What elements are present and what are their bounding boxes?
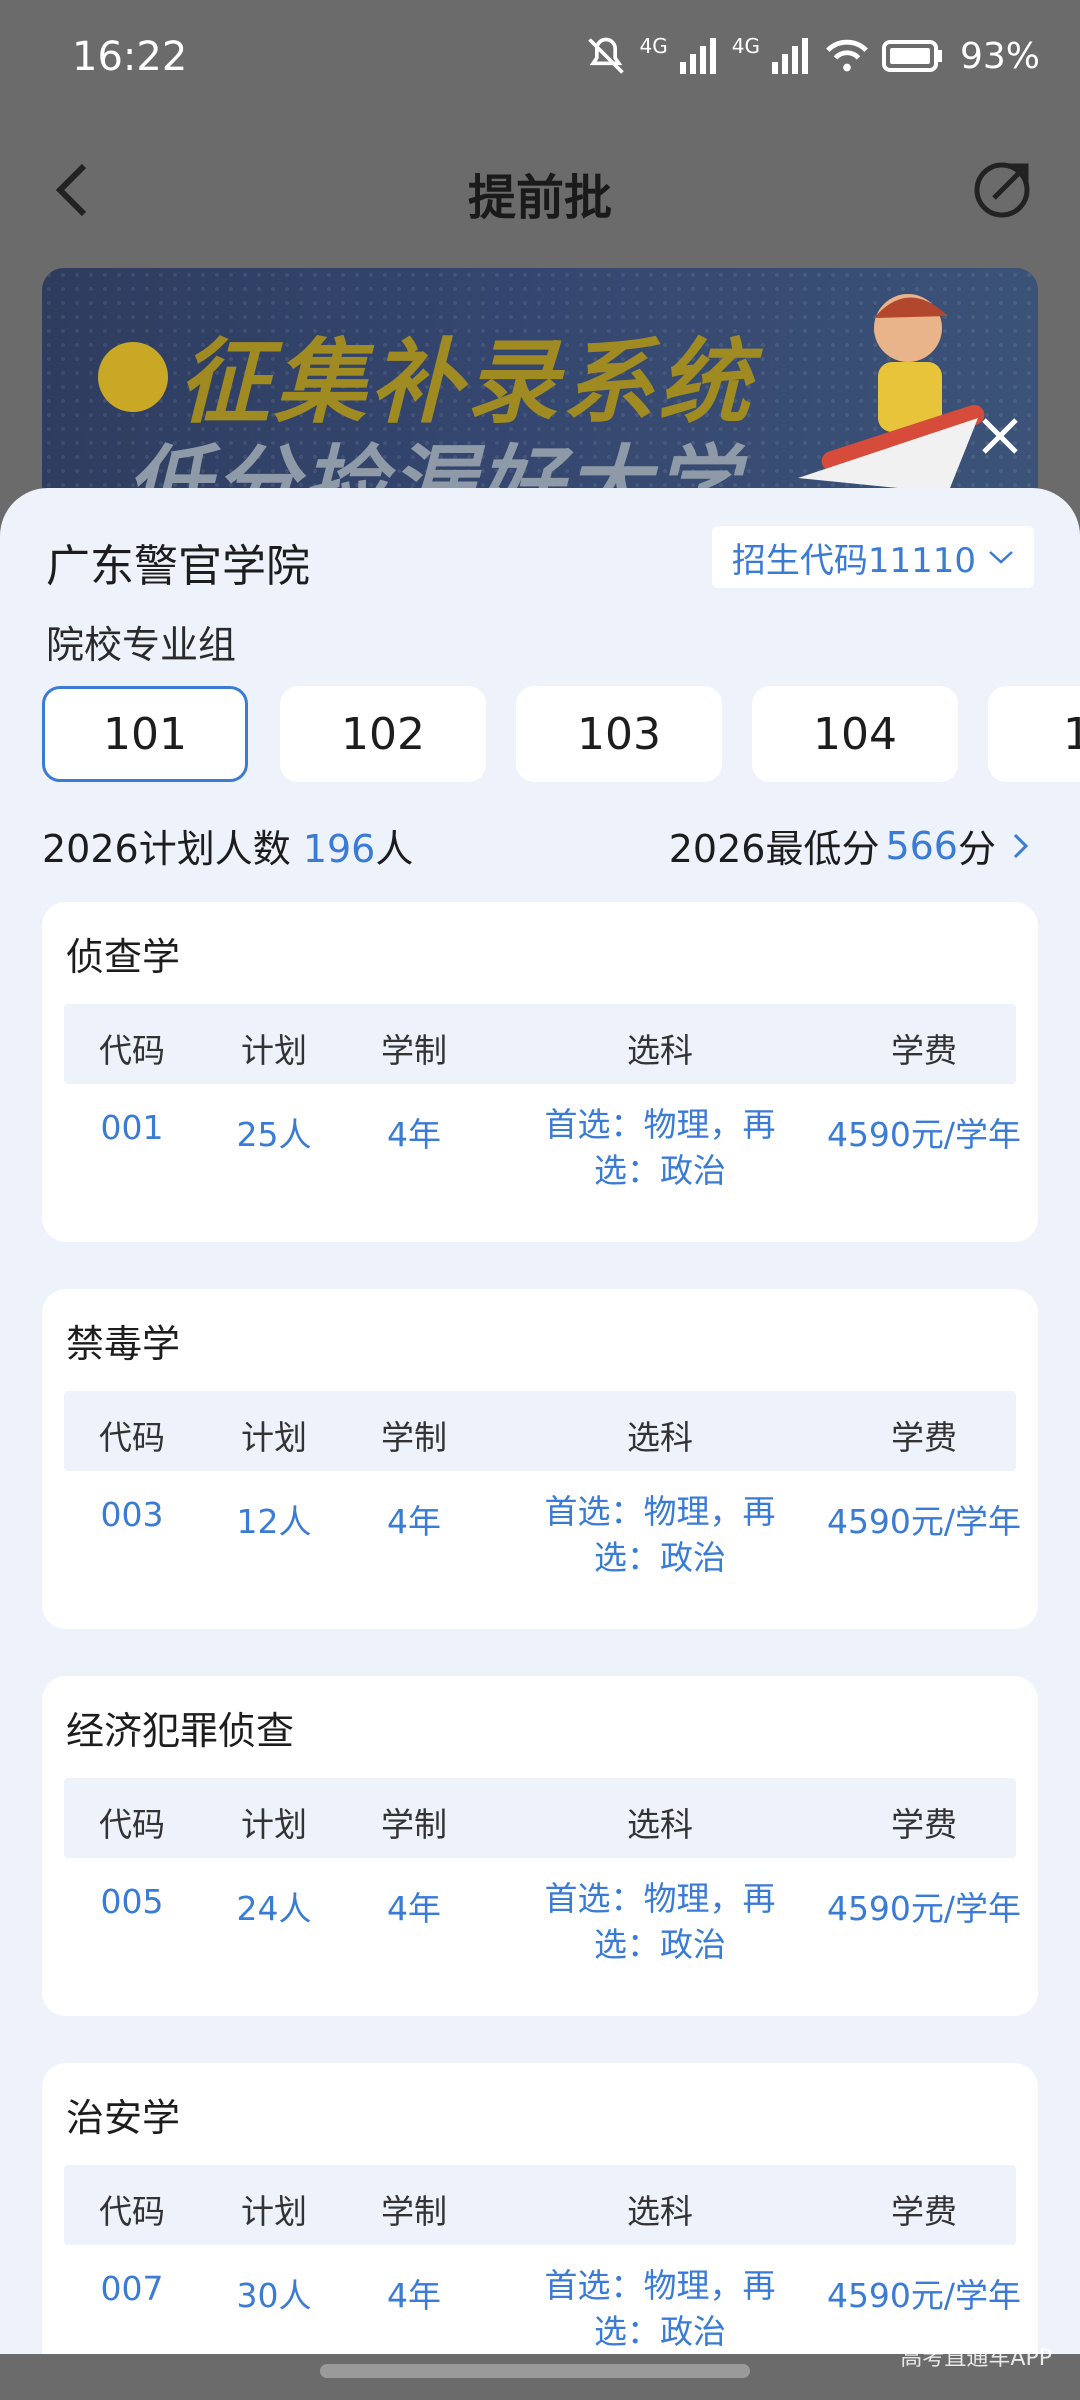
cell-code: 005 <box>100 1882 164 1921</box>
app-watermark: 高考直通车APP <box>900 2346 1052 2371</box>
close-icon <box>982 418 1018 454</box>
min-score-label: 2026最低分 <box>668 827 880 871</box>
header-plan: 计划 <box>241 1805 307 1844</box>
cell-years: 4年 <box>387 2276 441 2315</box>
group-tab-102[interactable]: 102 <box>280 686 486 782</box>
close-banner-button[interactable] <box>968 404 1032 468</box>
major-card[interactable]: 治安学 代码 计划 学制 选科 学费 007 30人 4年 首选：物理，再选：政… <box>42 2063 1038 2400</box>
group-tab-104[interactable]: 104 <box>752 686 958 782</box>
enrollment-code-dropdown[interactable]: 招生代码11110 <box>711 526 1034 588</box>
school-detail-sheet: 广东警官学院 招生代码11110 院校专业组 101 102 103 104 1… <box>0 488 1080 2400</box>
header-years: 学制 <box>381 1031 447 1070</box>
cell-years: 4年 <box>387 1115 441 1154</box>
group-tab-103[interactable]: 103 <box>516 686 722 782</box>
group-tab-101[interactable]: 101 <box>42 686 248 782</box>
plan-count-value: 196 <box>302 827 376 871</box>
major-card[interactable]: 经济犯罪侦查 代码 计划 学制 选科 学费 005 24人 4年 首选：物理，再… <box>42 1676 1038 2016</box>
header-subject: 选科 <box>627 1031 693 1070</box>
cell-plan: 12人 <box>236 1502 312 1541</box>
header-years: 学制 <box>381 1418 447 1457</box>
header-fee: 学费 <box>891 1031 957 1070</box>
student-illustration-icon <box>798 294 985 493</box>
header-years: 学制 <box>381 1805 447 1844</box>
major-card[interactable]: 禁毒学 代码 计划 学制 选科 学费 003 12人 4年 首选：物理，再选：政… <box>42 1289 1038 1629</box>
cell-plan: 24人 <box>236 1889 312 1928</box>
share-icon <box>974 162 1030 218</box>
header-fee: 学费 <box>891 1805 957 1844</box>
cell-years: 4年 <box>387 1889 441 1928</box>
cell-fee: 4590元/学年 <box>826 1115 1022 1154</box>
table-header: 代码 计划 学制 选科 学费 <box>64 1778 1016 1858</box>
min-score-value: 566 <box>885 823 958 868</box>
page-title: 提前批 <box>467 170 612 226</box>
cell-code: 007 <box>100 2269 164 2308</box>
status-time: 16:22 <box>72 34 188 80</box>
group-section-label: 院校专业组 <box>46 623 237 667</box>
network-label-1: 4G <box>639 34 668 58</box>
min-score-unit: 分 <box>957 827 996 871</box>
cell-subject: 首选：物理，再选：政治 <box>544 2266 776 2351</box>
major-name: 经济犯罪侦查 <box>66 1709 295 1753</box>
cell-subject: 首选：物理，再选：政治 <box>544 1492 776 1577</box>
battery-icon <box>881 40 942 72</box>
plan-count-unit: 人 <box>375 827 414 871</box>
header-fee: 学费 <box>891 1418 957 1457</box>
nav-bar: 提前批 <box>0 120 1080 260</box>
group-tabs: 101 102 103 104 10 <box>42 686 1080 782</box>
cell-plan: 30人 <box>236 2276 312 2315</box>
major-name: 禁毒学 <box>66 1322 181 1366</box>
plan-count-label: 2026计划人数 <box>42 827 291 871</box>
share-button[interactable] <box>964 152 1040 228</box>
min-score-link[interactable]: 2026最低分 566 分 <box>669 818 1030 873</box>
header-code: 代码 <box>99 2192 165 2231</box>
cell-plan: 25人 <box>236 1115 312 1154</box>
header-fee: 学费 <box>891 2192 957 2231</box>
header-plan: 计划 <box>241 2192 307 2231</box>
signal-icon-2 <box>771 38 808 74</box>
sun-icon <box>98 342 168 412</box>
cell-subject: 首选：物理，再选：政治 <box>544 1879 776 1964</box>
header-subject: 选科 <box>627 1805 693 1844</box>
header-years: 学制 <box>381 2192 447 2231</box>
wifi-icon <box>826 39 868 72</box>
group-tab-105[interactable]: 10 <box>988 686 1080 782</box>
header-plan: 计划 <box>241 1031 307 1070</box>
chevron-right-icon <box>1013 833 1029 858</box>
chevron-down-icon <box>989 551 1013 564</box>
signal-icon <box>679 38 716 74</box>
cell-code: 001 <box>100 1108 164 1147</box>
header-code: 代码 <box>99 1418 165 1457</box>
status-bar: 16:22 4G 4G 93% <box>0 0 1080 120</box>
cell-years: 4年 <box>387 1502 441 1541</box>
header-code: 代码 <box>99 1805 165 1844</box>
table-header: 代码 计划 学制 选科 学费 <box>64 1391 1016 1471</box>
header-code: 代码 <box>99 1031 165 1070</box>
major-name: 侦查学 <box>66 935 181 979</box>
battery-percent: 93% <box>959 35 1040 77</box>
promo-banner[interactable]: 征集补录系统 低分捡漏好大学 <box>42 268 1038 508</box>
header-subject: 选科 <box>627 1418 693 1457</box>
table-header: 代码 计划 学制 选科 学费 <box>64 1004 1016 1084</box>
enrollment-code-label: 招生代码11110 <box>731 540 976 581</box>
cell-fee: 4590元/学年 <box>826 2276 1022 2315</box>
major-card[interactable]: 侦查学 代码 计划 学制 选科 学费 001 25人 4年 首选：物理，再选：政… <box>42 902 1038 1242</box>
header-subject: 选科 <box>627 2192 693 2231</box>
cell-code: 003 <box>100 1495 164 1534</box>
major-name: 治安学 <box>66 2096 181 2140</box>
table-header: 代码 计划 学制 选科 学费 <box>64 2165 1016 2245</box>
cell-subject: 首选：物理，再选：政治 <box>544 1105 776 1190</box>
network-label-2: 4G <box>731 34 760 58</box>
home-indicator[interactable] <box>320 2364 750 2378</box>
cell-fee: 4590元/学年 <box>826 1502 1022 1541</box>
status-icons: 4G 4G 93% <box>584 34 1040 78</box>
school-name: 广东警官学院 <box>46 541 310 592</box>
header-plan: 计划 <box>241 1418 307 1457</box>
plan-count: 2026计划人数 196人 <box>42 818 413 873</box>
cell-fee: 4590元/学年 <box>826 1889 1022 1928</box>
mute-icon <box>587 37 624 74</box>
